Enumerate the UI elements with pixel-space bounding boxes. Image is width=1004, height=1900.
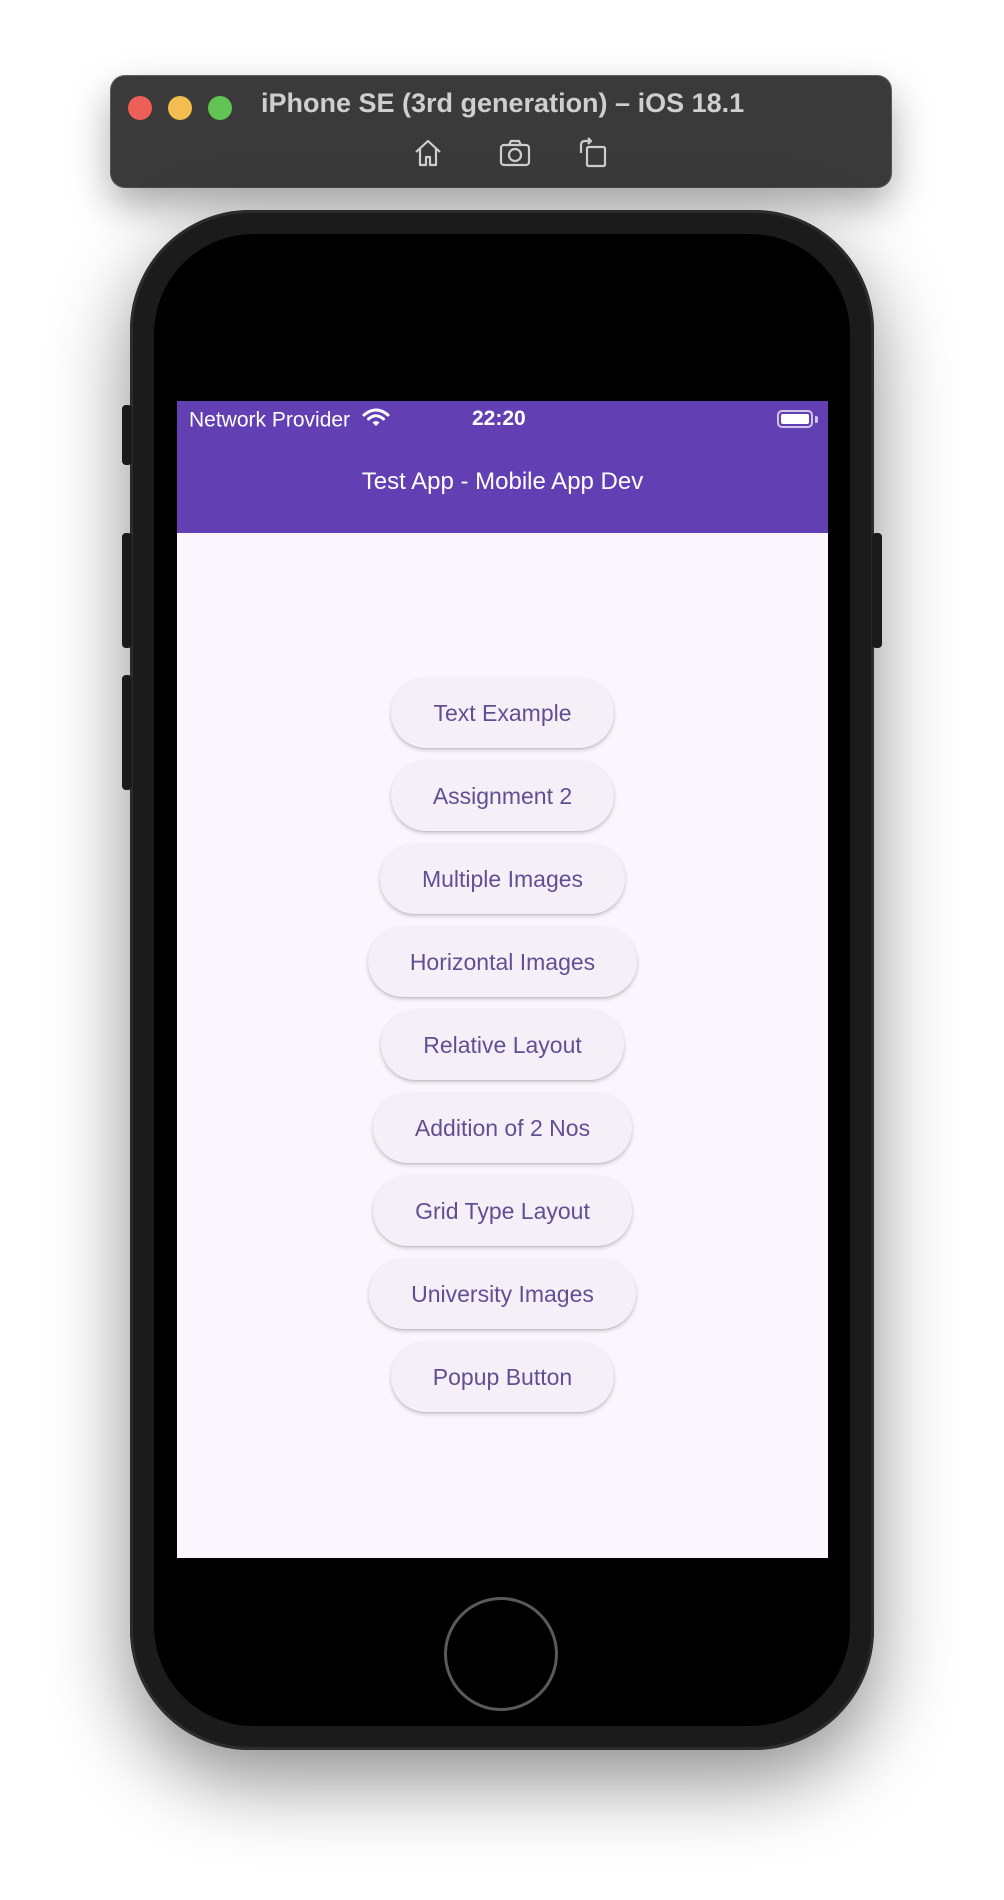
volume-down-button — [122, 675, 132, 790]
simulator-title: iPhone SE (3rd generation) – iOS 18.1 — [261, 88, 745, 118]
app-bar: Network Provider 22:20 Test App - Mobile… — [177, 401, 828, 533]
home-icon[interactable] — [411, 136, 445, 170]
popup-button[interactable]: Popup Button — [390, 1342, 615, 1412]
addition-of-2-nos-button[interactable]: Addition of 2 Nos — [372, 1093, 633, 1163]
simulator-toolbar: iPhone SE (3rd generation) – iOS 18.1 — [111, 76, 891, 187]
university-images-button[interactable]: University Images — [369, 1259, 636, 1329]
multiple-images-button[interactable]: Multiple Images — [379, 844, 626, 914]
power-button — [872, 533, 882, 648]
zoom-window-button[interactable] — [208, 96, 232, 120]
wifi-icon — [362, 407, 390, 435]
mute-switch — [122, 405, 132, 465]
simulator-stage: iPhone SE (3rd generation) – iOS 18.1 Ne… — [0, 0, 1004, 1900]
assignment-2-button[interactable]: Assignment 2 — [390, 761, 615, 831]
battery-icon — [777, 410, 813, 428]
screenshot-icon[interactable] — [498, 136, 532, 170]
device-screen: Network Provider 22:20 Test App - Mobile… — [177, 401, 828, 1558]
battery-cap — [815, 416, 818, 423]
text-example-button[interactable]: Text Example — [391, 678, 614, 748]
volume-up-button — [122, 533, 132, 648]
horizontal-images-button[interactable]: Horizontal Images — [367, 927, 638, 997]
grid-type-layout-button[interactable]: Grid Type Layout — [373, 1176, 632, 1246]
rotate-icon[interactable] — [576, 136, 610, 170]
button-list: Text Example Assignment 2 Multiple Image… — [177, 678, 828, 1412]
relative-layout-button[interactable]: Relative Layout — [381, 1010, 624, 1080]
status-time: 22:20 — [472, 407, 526, 430]
simulator-toolbar-icons — [111, 136, 891, 172]
close-window-button[interactable] — [128, 96, 152, 120]
carrier-label: Network Provider — [189, 408, 351, 432]
minimize-window-button[interactable] — [168, 96, 192, 120]
app-title: Test App - Mobile App Dev — [361, 468, 644, 495]
home-button[interactable] — [444, 1597, 558, 1711]
status-carrier: Network Provider — [189, 407, 390, 437]
